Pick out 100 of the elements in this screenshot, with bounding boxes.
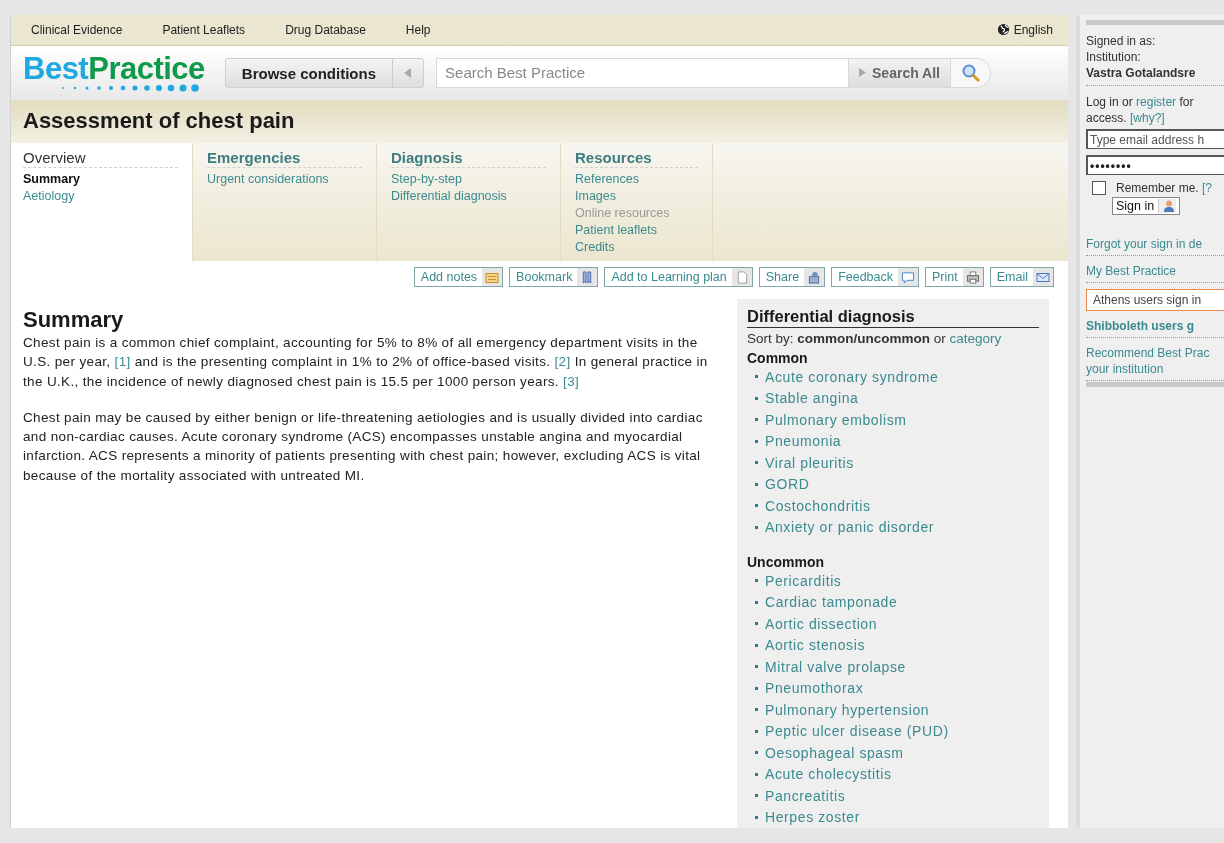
bullet-icon: [755, 729, 758, 733]
institution-name: Vastra Gotalandsre: [1086, 65, 1196, 82]
nav-link[interactable]: Help: [405, 22, 431, 37]
search-field[interactable]: Search Best Practice: [436, 57, 849, 88]
sign-in-button[interactable]: Sign in: [1112, 197, 1181, 215]
logo[interactable]: BestPractice: [23, 53, 205, 92]
bullet-icon: [755, 482, 758, 486]
text-link[interactable]: [why?]: [1130, 111, 1165, 125]
diagnosis-link[interactable]: Aortic stenosis: [765, 637, 866, 654]
search-icon: [960, 62, 981, 83]
section-heading: Summary: [23, 307, 124, 333]
bullet-icon: [755, 643, 758, 647]
diagnosis-link[interactable]: Oesophageal spasm: [765, 744, 904, 761]
section-tab[interactable]: Emergencies Urgent considerations: [193, 142, 377, 261]
diagnosis-link[interactable]: Pancreatitis: [765, 787, 846, 804]
left-arrow-icon: [404, 67, 413, 78]
bullet-icon: [755, 708, 758, 712]
section-link[interactable]: Step-by-step: [391, 170, 462, 188]
diagnosis-link[interactable]: Pulmonary hypertension: [765, 701, 930, 718]
section-link[interactable]: Aetiology: [23, 187, 75, 205]
section-link[interactable]: Differential diagnosis: [391, 187, 507, 205]
bullet-icon: [755, 461, 758, 465]
action-button[interactable]: Share: [758, 267, 826, 287]
share-icon: [807, 270, 822, 284]
action-button[interactable]: Add notes: [413, 267, 504, 287]
text-link[interactable]: category: [949, 331, 1002, 346]
envelope-icon: [1036, 270, 1050, 284]
diagnosis-link[interactable]: Acute coronary syndrome: [765, 368, 939, 385]
reference-link[interactable]: [3]: [563, 373, 580, 389]
diagnosis-link[interactable]: Pneumonia: [765, 433, 842, 450]
diagnosis-link[interactable]: Pneumothorax: [765, 680, 864, 697]
diagnosis-link[interactable]: Peptic ulcer disease (PUD): [765, 723, 949, 740]
bullet-icon: [755, 504, 758, 508]
action-button[interactable]: Bookmark: [509, 267, 599, 287]
action-button[interactable]: Add to Learning plan: [604, 267, 753, 287]
section-link[interactable]: Summary: [23, 170, 80, 188]
login-text: access. [why?]: [1086, 110, 1165, 126]
section-link[interactable]: Images: [575, 187, 616, 205]
panel-title: Differential diagnosis: [747, 307, 915, 325]
signed-in-label: Signed in as:: [1086, 33, 1156, 49]
sidebar-link[interactable]: Forgot your sign in de: [1086, 236, 1203, 252]
reference-link[interactable]: [1]: [114, 354, 131, 370]
section-tab[interactable]: Diagnosis Step-by-step Differential diagnosis: [377, 142, 561, 261]
institution-label: Institution:: [1086, 49, 1141, 65]
email-field[interactable]: Type email address h: [1086, 129, 1224, 149]
diagnosis-link[interactable]: Pulmonary embolism: [765, 411, 907, 428]
diagnosis-link[interactable]: Costochondritis: [765, 497, 871, 514]
nav-link[interactable]: Drug Database: [285, 22, 366, 37]
bullet-icon: [755, 751, 758, 755]
browse-conditions-button[interactable]: Browse conditions: [224, 57, 425, 88]
sort-options: Sort by: common/uncommon or category: [747, 331, 1039, 346]
bullet-icon: [755, 439, 758, 443]
diagnosis-link[interactable]: Aortic dissection: [765, 615, 878, 632]
diagnosis-link[interactable]: Acute cholecystitis: [765, 766, 892, 783]
diagnosis-link[interactable]: Mitral valve prolapse: [765, 658, 906, 675]
section-link[interactable]: Credits: [575, 238, 615, 256]
bullet-icon: [755, 525, 758, 529]
remember-checkbox[interactable]: [1092, 181, 1106, 195]
group-heading: Common: [747, 350, 808, 366]
bullet-icon: [755, 622, 758, 626]
sidebar-link[interactable]: My Best Practice: [1086, 263, 1177, 279]
nav-link[interactable]: Patient Leaflets: [162, 22, 246, 37]
diagnosis-link[interactable]: Anxiety or panic disorder: [765, 519, 935, 536]
sidebar-link[interactable]: Shibboleth users g: [1086, 318, 1194, 334]
summary-paragraph: Chest pain may be caused by either benign or life-threatening aetiologies and is usually divided into cardiac and non-cardiac causes. Acute coronary syndrome (ACS) encompasses unstable angina and myocardial infarction. ACS represents a minority of patients presenting with chest pain; however, excluding ACS is vital because of the mortality associated with untreated MI.: [23, 408, 704, 485]
person-icon: [1158, 199, 1177, 213]
bullet-icon: [755, 418, 758, 422]
section-tab[interactable]: Overview Summary Aetiology: [11, 142, 193, 261]
sidebar-link[interactable]: your institution: [1086, 361, 1164, 377]
diagnosis-link[interactable]: Herpes zoster: [765, 809, 860, 826]
action-button[interactable]: Email: [989, 267, 1054, 287]
bullet-icon: [755, 579, 758, 583]
diagnosis-link[interactable]: Cardiac tamponade: [765, 594, 898, 611]
section-link[interactable]: Patient leaflets: [575, 221, 657, 239]
sidebar-link[interactable]: Recommend Best Prac: [1086, 345, 1210, 361]
bullet-icon: [755, 665, 758, 669]
action-button[interactable]: Feedback: [831, 267, 920, 287]
group-heading: Uncommon: [747, 554, 824, 570]
section-link[interactable]: Urgent considerations: [207, 170, 329, 188]
section-link[interactable]: References: [575, 170, 639, 188]
search-button[interactable]: [951, 57, 991, 88]
info-link[interactable]: [?: [1202, 181, 1213, 195]
action-button[interactable]: Print: [925, 267, 984, 287]
remember-label: Remember me.: [1116, 181, 1199, 195]
diagnosis-link[interactable]: GORD: [765, 476, 810, 493]
bullet-icon: [755, 794, 758, 798]
search-all-button[interactable]: Search All: [848, 57, 951, 88]
globe-icon: [996, 23, 1010, 37]
notepad-icon: [485, 270, 500, 284]
diagnosis-link[interactable]: Viral pleuritis: [765, 454, 854, 471]
bullet-icon: [755, 396, 758, 400]
login-text: Log in or register for: [1086, 94, 1194, 110]
diagnosis-link[interactable]: Stable angina: [765, 390, 859, 407]
speech-bubble-icon: [901, 270, 916, 284]
diagnosis-link[interactable]: Pericarditis: [765, 572, 842, 589]
nav-link[interactable]: Clinical Evidence: [31, 22, 123, 37]
password-field[interactable]: ••••••••: [1086, 155, 1224, 175]
language-link[interactable]: English: [1013, 22, 1053, 37]
reference-link[interactable]: [2]: [554, 354, 571, 370]
text-link[interactable]: register: [1136, 95, 1177, 109]
